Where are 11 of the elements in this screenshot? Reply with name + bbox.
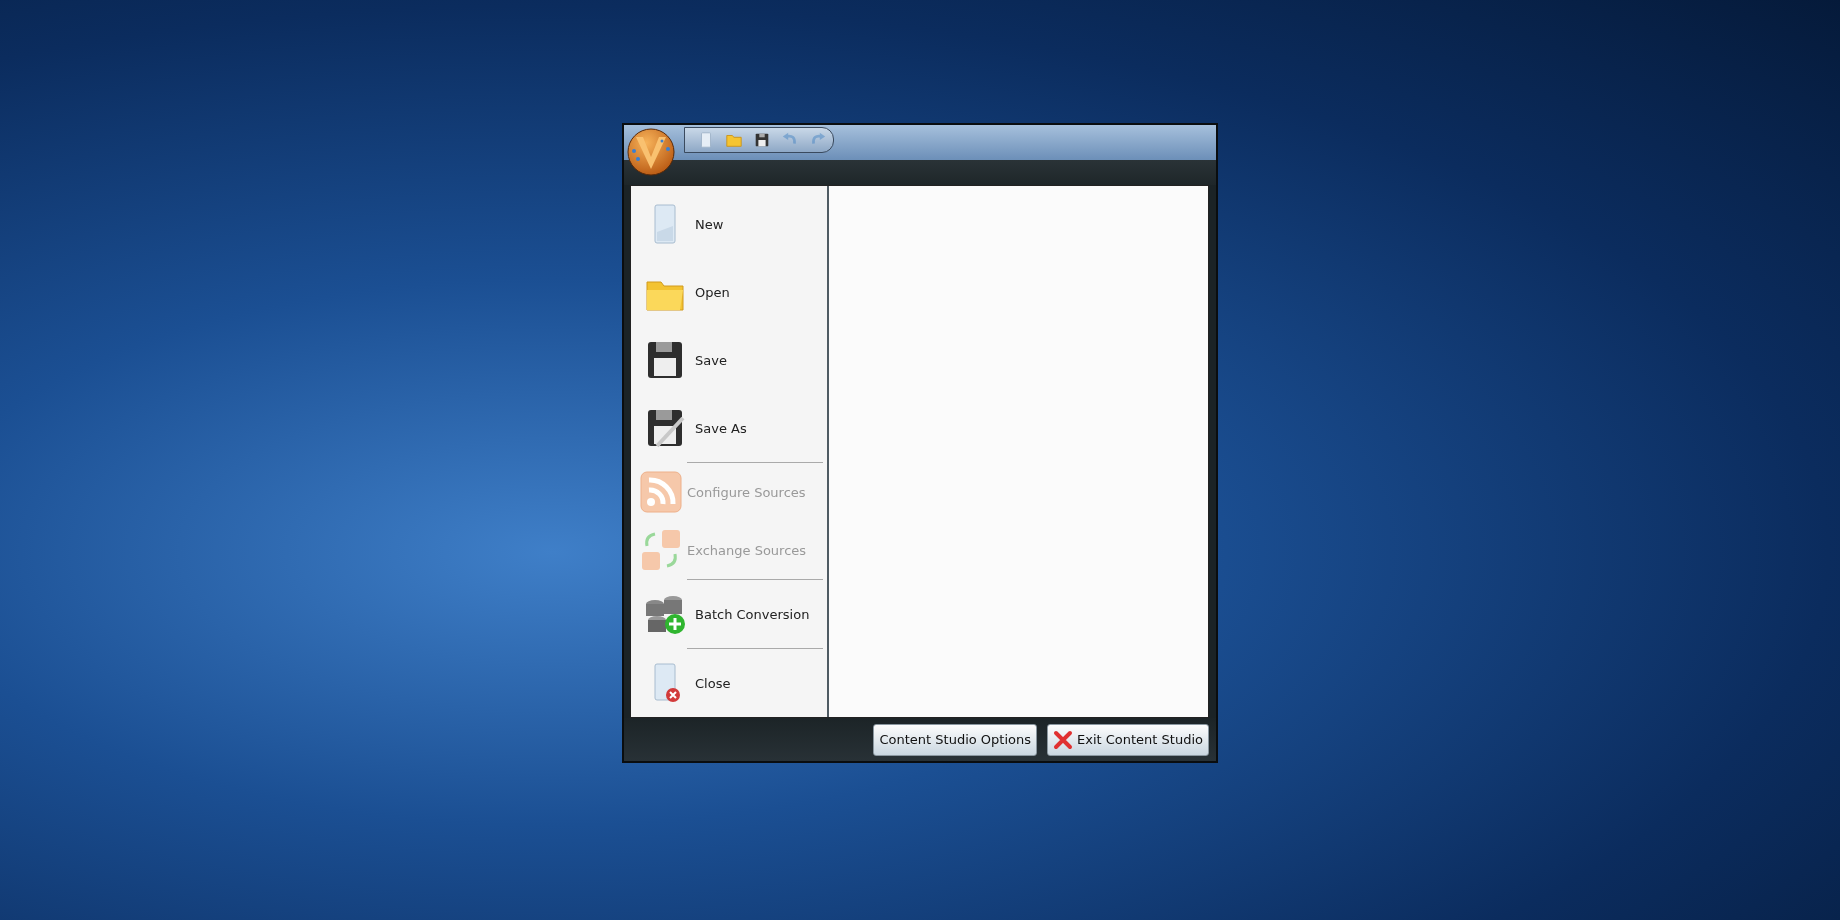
menu-item[interactable]: New	[631, 190, 827, 259]
close-icon	[1053, 729, 1073, 750]
menu-item[interactable]: Save	[631, 326, 827, 395]
menu-item[interactable]: Open	[631, 258, 827, 327]
exit-button[interactable]: Exit Content Studio	[1047, 723, 1209, 756]
menu-item[interactable]: Save As	[631, 394, 827, 463]
menu-item[interactable]: Close	[631, 649, 827, 718]
options-button[interactable]: Content Studio Options	[873, 723, 1037, 756]
menu-item[interactable]: Batch Conversion	[631, 580, 827, 649]
rss-exchange-icon	[639, 528, 683, 573]
rss-icon	[639, 470, 683, 515]
